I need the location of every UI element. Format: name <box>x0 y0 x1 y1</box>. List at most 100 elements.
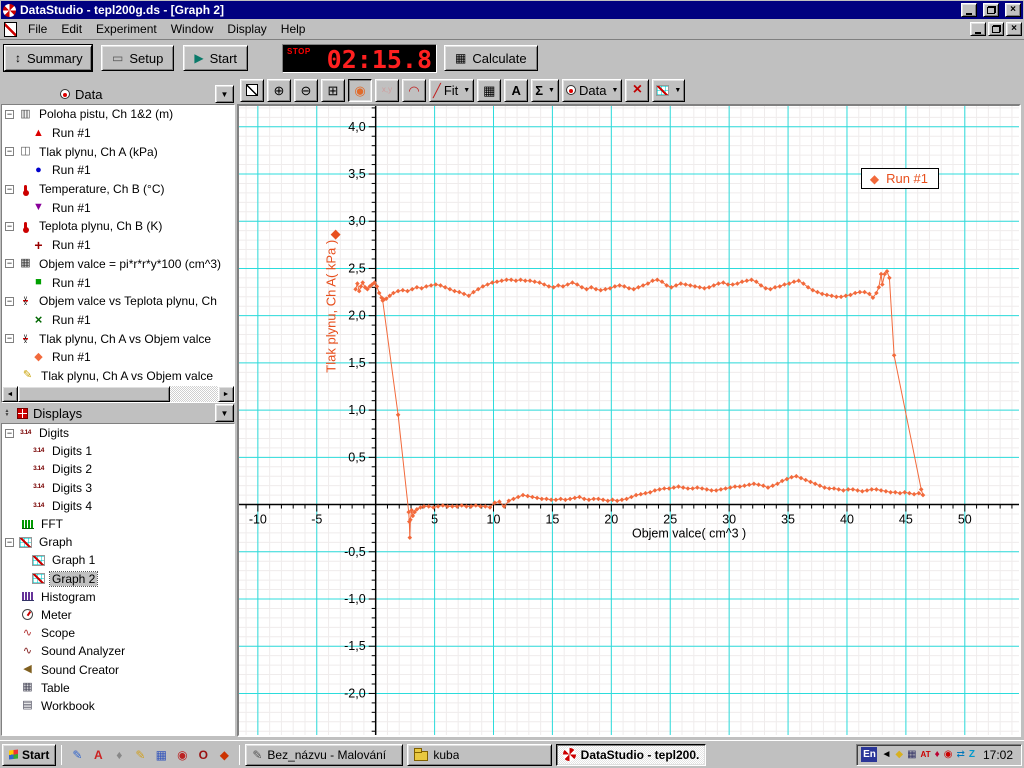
taskbar-window-bez-n-zvu-malov-n[interactable]: ✎ Bez_názvu - Malování <box>245 743 404 766</box>
zoom-out-button[interactable]: ⊖ <box>294 78 318 102</box>
displays-tree-item-fft[interactable]: FFT <box>2 515 234 533</box>
data-tree-item-tlak-plynu-ch-a-vs-objem-valce[interactable]: − y x Tlak plynu, Ch A vs Objem valce <box>2 329 234 348</box>
volume-icon[interactable]: ◄ <box>881 749 891 760</box>
quick-launch-2-icon[interactable]: A <box>88 745 108 765</box>
expander-icon[interactable]: − <box>5 537 14 547</box>
data-tree-item-run-1[interactable]: × Run #1 <box>28 311 234 330</box>
displays-panel-menu-button[interactable]: ▼ <box>215 404 234 422</box>
statistics-menu-button[interactable]: Σ ▼ <box>531 78 559 102</box>
data-panel-header[interactable]: Data ▼ <box>0 84 236 104</box>
graph-settings-menu-button[interactable]: ▼ <box>652 78 686 102</box>
data-tree-item-run-1[interactable]: ▲ Run #1 <box>28 124 234 143</box>
data-tree-item-run-1[interactable]: ■ Run #1 <box>28 273 234 292</box>
splitter-handle-icon[interactable]: ▲ ▼ <box>2 409 12 418</box>
scroll-left-icon[interactable]: ◄ <box>2 386 18 402</box>
expander-icon[interactable]: − <box>5 147 14 157</box>
expander-icon[interactable]: − <box>5 109 14 119</box>
data-tree-item-poloha-pistu-ch-1-2-m[interactable]: − ▥ Poloha pistu, Ch 1&2 (m) <box>2 105 234 124</box>
expander-icon[interactable]: − <box>5 184 14 194</box>
start-button[interactable]: ▶ Start <box>183 45 249 71</box>
displays-tree-item-digits[interactable]: −3.14 Digits <box>2 424 234 442</box>
doc-close-button[interactable]: × <box>1006 22 1022 36</box>
displays-tree-item-graph[interactable]: − Graph <box>2 533 234 551</box>
expander-icon[interactable]: − <box>5 334 14 344</box>
data-menu-button[interactable]: Data ▼ <box>561 78 623 102</box>
zoom-in-button[interactable]: ⊕ <box>267 78 291 102</box>
delete-button-button[interactable]: × <box>625 78 650 102</box>
data-tree-item-run-1[interactable]: ● Run #1 <box>28 161 234 180</box>
language-indicator[interactable]: En <box>861 747 878 762</box>
scroll-thumb[interactable] <box>18 386 170 402</box>
xy-tool-button[interactable]: x,y <box>375 78 399 102</box>
displays-tree-item-workbook[interactable]: ▤ Workbook <box>2 697 234 715</box>
scroll-right-icon[interactable]: ► <box>218 386 234 402</box>
sync-icon[interactable]: ⇄ <box>956 749 964 760</box>
displays-tree-item-sound-creator[interactable]: ◀ Sound Creator <box>2 660 234 678</box>
data-tree-item-temperature-ch-b-c[interactable]: − Temperature, Ch B (°C) <box>2 180 234 199</box>
menu-file[interactable]: File <box>21 20 54 38</box>
expander-icon[interactable]: − <box>5 221 14 231</box>
app-close-button[interactable]: × <box>1005 3 1021 17</box>
quick-launch-6-icon[interactable]: ◉ <box>172 745 192 765</box>
displays-tree-item-histogram[interactable]: Histogram <box>2 588 234 606</box>
document-icon[interactable] <box>4 21 17 37</box>
quick-launch-7-icon[interactable]: O <box>193 745 213 765</box>
taskbar-window-datastudio-tepl200[interactable]: DataStudio - tepl200... <box>556 743 707 766</box>
app-restore-button[interactable] <box>983 3 999 17</box>
at-icon[interactable]: AT <box>921 750 931 759</box>
calculate-button[interactable]: ▦ Calculate <box>444 45 538 71</box>
menu-help[interactable]: Help <box>274 20 313 38</box>
slope-tool-button[interactable]: ◠ <box>402 78 426 102</box>
quick-launch-3-icon[interactable]: ♦ <box>109 745 129 765</box>
graph-svg[interactable]: -10 -5 5 10 15 20 25 30 35 40 45 50 4,0 3,5 3,0 2,5 2,0 1… <box>239 106 1019 735</box>
calendar-clock-icon[interactable]: ▦ <box>907 749 916 760</box>
zoom-select-button[interactable]: ⊞ <box>321 78 345 102</box>
data-tree-item-run-1[interactable]: ▼ Run #1 <box>28 198 234 217</box>
menu-experiment[interactable]: Experiment <box>89 20 164 38</box>
quick-launch-1-icon[interactable]: ✎ <box>67 745 87 765</box>
displays-tree-item-graph-1[interactable]: Graph 1 <box>28 551 234 569</box>
expander-icon[interactable]: − <box>5 296 14 306</box>
displays-tree-item-digits-4[interactable]: 3.14 Digits 4 <box>28 497 234 515</box>
doc-restore-button[interactable] <box>988 22 1004 36</box>
displays-tree-item-meter[interactable]: Meter <box>2 606 234 624</box>
data-tree-item-run-1[interactable]: + Run #1 <box>28 236 234 255</box>
displays-panel-header[interactable]: ▲ ▼ Displays ▼ <box>0 403 236 423</box>
data-tree-item-tlak-plynu-ch-a-kpa[interactable]: − ◫ Tlak plynu, Ch A (kPa) <box>2 142 234 161</box>
doc-minimize-button[interactable] <box>970 22 986 36</box>
displays-tree-item-scope[interactable]: ∿ Scope <box>2 624 234 642</box>
data-tree-item-objem-valce-vs-teplota-plynu-ch[interactable]: − y x Objem valce vs Teplota plynu, Ch <box>2 292 234 311</box>
data-tree-item-objem-valce-pi-r-r-y-100-cm-3[interactable]: − ▦ Objem valce = pi*r*r*y*100 (cm^3) <box>2 255 234 274</box>
taskbar-window-kuba[interactable]: kuba <box>407 743 553 766</box>
displays-tree-item-graph-2[interactable]: Graph 2 <box>28 570 234 588</box>
quick-launch-4-icon[interactable]: ✎ <box>130 745 150 765</box>
plot-area[interactable]: -10 -5 5 10 15 20 25 30 35 40 45 50 4,0 3,5 3,0 2,5 2,0 1… <box>239 106 1019 735</box>
data-tree-item-tlak-plynu-ch-a-vs-objem-valce[interactable]: ✎ Tlak plynu, Ch A vs Objem valce <box>2 367 234 386</box>
antivirus-icon[interactable]: ◉ <box>944 749 953 760</box>
start-menu-button[interactable]: Start <box>2 743 57 766</box>
expander-icon[interactable]: − <box>5 259 14 269</box>
agent-icon[interactable]: ♦ <box>935 749 940 760</box>
data-panel-menu-button[interactable]: ▼ <box>215 85 234 103</box>
title-bar[interactable]: DataStudio - tepl200g.ds - [Graph 2] × <box>1 1 1023 19</box>
quick-launch-5-icon[interactable]: ▦ <box>151 745 171 765</box>
displays-tree-item-table[interactable]: ▦ Table <box>2 679 234 697</box>
data-tree-hscrollbar[interactable]: ◄ ► <box>2 386 234 402</box>
setup-button[interactable]: ▭ Setup <box>101 45 175 71</box>
scheduler-icon[interactable]: ◆ <box>895 749 903 760</box>
text-tool-button[interactable]: A <box>504 78 529 102</box>
smart-tool-button[interactable]: ◉ <box>348 78 372 102</box>
expander-icon[interactable]: − <box>5 428 14 438</box>
app-minimize-button[interactable] <box>961 3 977 17</box>
quick-launch-8-icon[interactable]: ◆ <box>214 745 234 765</box>
displays-tree-item-digits-2[interactable]: 3.14 Digits 2 <box>28 460 234 478</box>
displays-tree-item-digits-3[interactable]: 3.14 Digits 3 <box>28 479 234 497</box>
connection-icon[interactable]: Z <box>969 749 975 760</box>
fit-menu-button[interactable]: ╱ Fit ▼ <box>429 78 475 102</box>
displays-tree-item-digits-1[interactable]: 3.14 Digits 1 <box>28 442 234 460</box>
data-tree-item-run-1[interactable]: ◆ Run #1 <box>28 348 234 367</box>
menu-window[interactable]: Window <box>164 20 221 38</box>
scale-to-fit-button[interactable] <box>240 78 264 102</box>
displays-tree-item-sound-analyzer[interactable]: ∿ Sound Analyzer <box>2 642 234 660</box>
menu-display[interactable]: Display <box>220 20 273 38</box>
